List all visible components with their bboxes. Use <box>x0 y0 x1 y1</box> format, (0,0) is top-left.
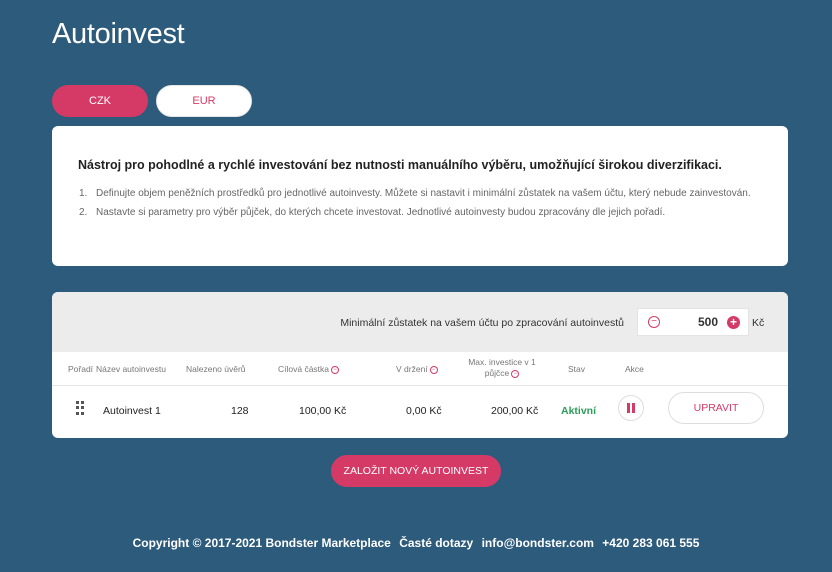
info-item-text: Nastavte si parametry pro výběr půjček, … <box>96 207 666 218</box>
pause-button[interactable] <box>618 395 644 421</box>
col-target: Cílová částka − <box>278 364 340 374</box>
table-header: Pořadí Název autoinvestu Nalezeno úvěrů … <box>52 352 788 386</box>
info-title: Nástroj pro pohodlné a rychlé investován… <box>78 158 722 172</box>
list-item: 1. Definujte objem peněžních prostředků … <box>78 184 762 203</box>
max-investment: 200,00 Kč <box>491 405 539 417</box>
col-max-label-1: Max. investice v 1 <box>468 357 536 367</box>
edit-button[interactable]: UPRAVIT <box>668 392 764 424</box>
info-list: 1. Definujte objem peněžních prostředků … <box>78 184 762 222</box>
page-title: Autoinvest <box>52 18 185 50</box>
col-target-label: Cílová částka <box>278 364 330 374</box>
autoinvest-table: Minimální zůstatek na vašem účtu po zpra… <box>52 292 788 438</box>
list-item: 2. Nastavte si parametry pro výběr půjče… <box>78 203 762 222</box>
phone-link[interactable]: +420 283 061 555 <box>602 536 699 550</box>
min-balance-stepper: − 500 + <box>637 308 749 336</box>
tab-czk[interactable]: CZK <box>52 85 148 117</box>
col-found: Nalezeno úvěrů <box>186 364 246 374</box>
currency-tabs: CZK EUR <box>52 85 252 117</box>
col-action: Akce <box>625 364 644 374</box>
min-balance-label: Minimální zůstatek na vašem účtu po zpra… <box>340 317 624 329</box>
min-balance-input[interactable]: 500 <box>660 315 727 329</box>
new-autoinvest-button[interactable]: ZALOŽIT NOVÝ AUTOINVEST <box>331 455 501 487</box>
status-badge: Aktivní <box>561 405 597 417</box>
info-card: Nástroj pro pohodlné a rychlé investován… <box>52 126 788 266</box>
footer: Copyright © 2017-2021 Bondster Marketpla… <box>0 536 832 550</box>
found-count: 128 <box>231 405 249 417</box>
col-holding-label: V držení <box>396 364 428 374</box>
holding-amount: 0,00 Kč <box>406 405 442 417</box>
currency-unit: Kč <box>752 317 765 329</box>
pause-icon <box>627 403 630 413</box>
faq-link[interactable]: Časté dotazy <box>399 536 473 550</box>
drag-handle-icon[interactable] <box>76 401 86 415</box>
target-amount: 100,00 Kč <box>299 405 347 417</box>
minus-icon[interactable]: − <box>648 316 660 328</box>
email-link[interactable]: info@bondster.com <box>482 536 594 550</box>
info-item-text: Definujte objem peněžních prostředků pro… <box>96 188 751 199</box>
col-name: Název autoinvestu <box>96 364 166 374</box>
col-status: Stav <box>568 364 586 374</box>
col-holding: V držení − <box>396 364 438 374</box>
sort-icon[interactable]: − <box>331 365 340 374</box>
col-max-label-2: půjčce <box>484 368 510 378</box>
min-balance-bar: Minimální zůstatek na vašem účtu po zpra… <box>52 292 788 352</box>
sort-icon[interactable]: − <box>511 369 520 378</box>
tab-eur[interactable]: EUR <box>156 85 252 117</box>
autoinvest-name: Autoinvest 1 <box>103 405 161 417</box>
copyright: Copyright © 2017-2021 Bondster Marketpla… <box>132 536 391 550</box>
sort-icon[interactable]: − <box>429 365 438 374</box>
table-row: Autoinvest 1 128 100,00 Kč 0,00 Kč 200,0… <box>52 386 788 437</box>
plus-icon[interactable]: + <box>727 315 740 329</box>
col-max: Max. investice v 1 půjčce − <box>464 357 540 379</box>
col-order: Pořadí <box>68 364 94 374</box>
